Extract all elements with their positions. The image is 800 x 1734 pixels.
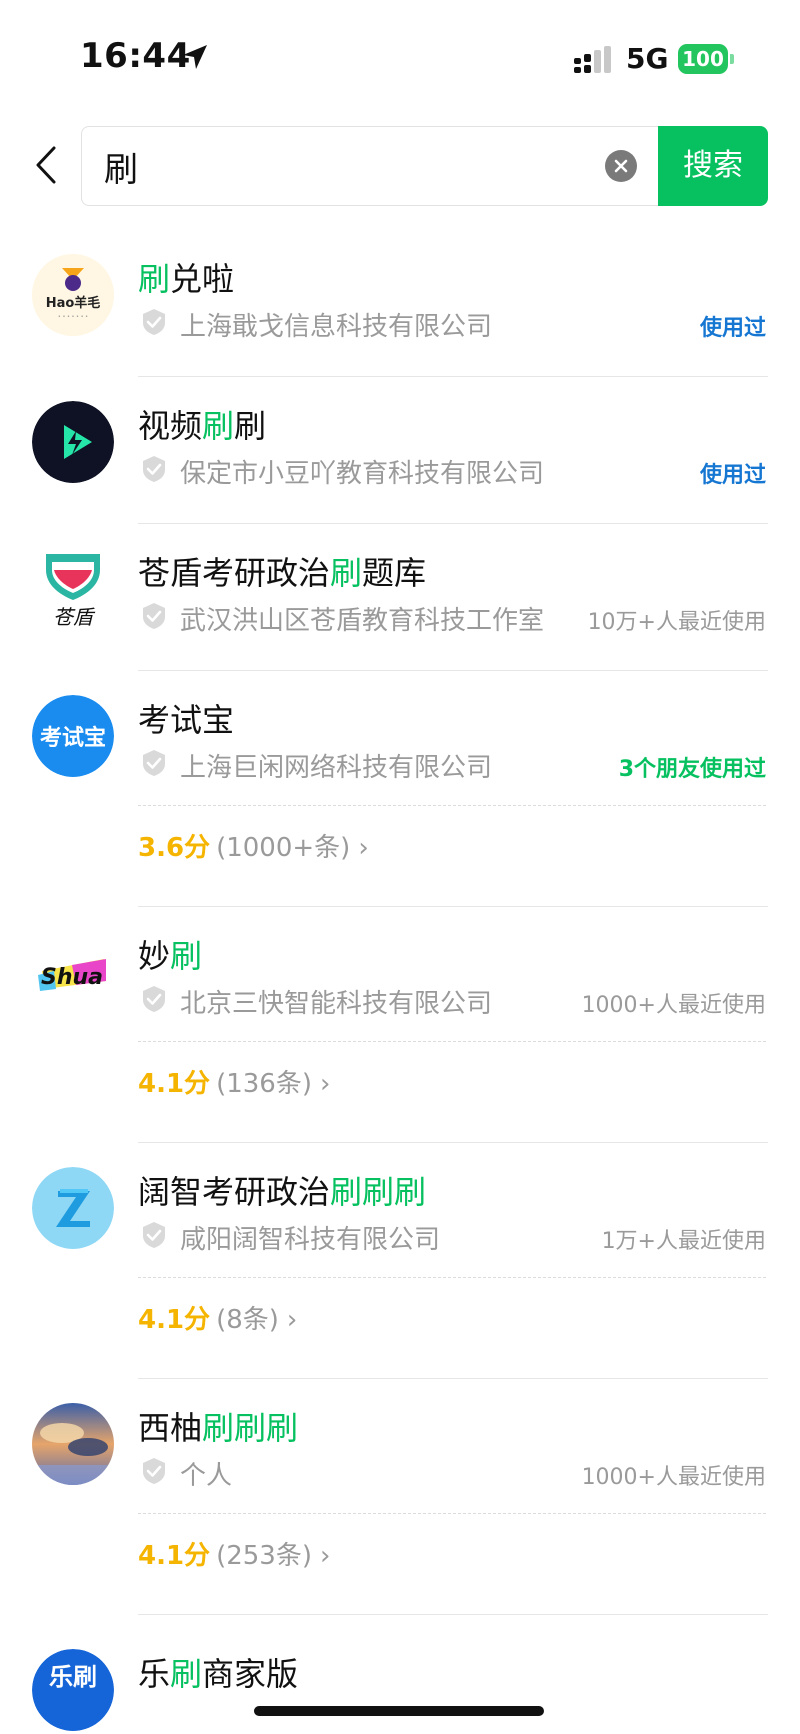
company-name: 咸阳阔智科技有限公司	[180, 1225, 441, 1255]
rating-row[interactable]: 3.6分 (1000+条) ›	[138, 827, 369, 864]
friends-used-tag: 3个朋友使用过	[618, 757, 766, 782]
recent-users-tag: 1万+人最近使用	[601, 1229, 766, 1254]
company-name: 武汉洪山区苍盾教育科技工作室	[180, 606, 545, 636]
result-item[interactable]: 西柚刷刷刷 个人 1000+人最近使用 4.1分 (253条) ›	[0, 1379, 800, 1615]
verified-badge-icon	[143, 603, 165, 629]
sky-painting-avatar	[32, 1403, 114, 1485]
result-item[interactable]: 视频刷刷 保定市小豆吖教育科技有限公司 使用过	[0, 377, 800, 524]
dashed-divider	[138, 805, 766, 806]
rating-count: (1000+条)	[216, 833, 351, 863]
company-name: 保定市小豆吖教育科技有限公司	[180, 459, 545, 489]
verified-badge-icon	[143, 456, 165, 482]
clear-search-icon[interactable]	[605, 150, 637, 182]
status-bar: 16:44 5G 100	[0, 0, 800, 110]
recent-users-tag: 1000+人最近使用	[581, 993, 766, 1018]
rating-count: (8条)	[216, 1305, 279, 1335]
recent-users-tag: 10万+人最近使用	[587, 610, 766, 635]
verified-badge-icon	[143, 1458, 165, 1484]
recent-users-tag: 1000+人最近使用	[581, 1465, 766, 1490]
verified-badge-icon	[143, 750, 165, 776]
verified-badge-icon	[143, 1222, 165, 1248]
verified-badge-icon	[143, 309, 165, 335]
used-before-tag: 使用过	[699, 463, 766, 488]
rating-score: 3.6分	[138, 833, 211, 863]
verified-badge-icon	[143, 986, 165, 1012]
z-logo	[32, 1167, 114, 1249]
result-item[interactable]: Shua 妙刷 北京三快智能科技有限公司 1000+人最近使用 4.1分 (136…	[0, 907, 800, 1143]
kaoshibao-logo: 考试宝	[32, 695, 114, 777]
rating-score: 4.1分	[138, 1541, 211, 1571]
company-name: 上海戢戈信息科技有限公司	[180, 312, 493, 342]
rating-count: (253条)	[216, 1541, 312, 1571]
logo-text: Hao羊毛	[46, 295, 101, 311]
chevron-right-icon: ›	[358, 833, 369, 863]
back-chevron-icon[interactable]	[26, 140, 66, 190]
logo-text: 苍盾	[53, 605, 96, 629]
rating-score: 4.1分	[138, 1305, 211, 1335]
logo-text: 乐刷	[49, 1663, 97, 1691]
mini-program-name: 刷兑啦	[138, 260, 235, 298]
signal-icon	[574, 46, 611, 73]
battery-level: 100	[682, 47, 724, 71]
shua-logo: Shua	[32, 931, 114, 1013]
result-item[interactable]: Hao羊毛 • • • • • • • 刷兑啦 上海戢戈信息科技有限公司 使用过	[0, 230, 800, 377]
search-bar: 搜索	[0, 126, 800, 208]
mini-program-name: 西柚刷刷刷	[138, 1409, 299, 1447]
mini-program-name: 视频刷刷	[138, 407, 267, 445]
result-item[interactable]: 苍盾 苍盾考研政治刷题库 武汉洪山区苍盾教育科技工作室 10万+人最近使用	[0, 524, 800, 671]
home-indicator[interactable]	[254, 1706, 544, 1716]
result-item[interactable]: 阔智考研政治刷刷刷 咸阳阔智科技有限公司 1万+人最近使用 4.1分 (8条) ›	[0, 1143, 800, 1379]
search-button[interactable]: 搜索	[658, 126, 768, 206]
company-name: 个人	[180, 1461, 233, 1491]
status-time: 16:44	[80, 36, 191, 76]
company-name: 上海巨闲网络科技有限公司	[180, 753, 493, 783]
logo-text: 考试宝	[40, 725, 106, 751]
chevron-right-icon: ›	[319, 1541, 331, 1571]
mini-program-name: 苍盾考研政治刷题库	[138, 554, 427, 592]
dashed-divider	[138, 1277, 766, 1278]
mini-program-name: 乐刷商家版	[138, 1655, 299, 1693]
rating-score: 4.1分	[138, 1069, 211, 1099]
battery-icon: 100	[678, 44, 734, 74]
chevron-right-icon: ›	[286, 1305, 298, 1335]
rating-count: (136条)	[216, 1069, 312, 1099]
cangdun-shield-logo: 苍盾	[32, 548, 114, 630]
rating-row[interactable]: 4.1分 (136条) ›	[138, 1063, 330, 1100]
mini-program-name: 阔智考研政治刷刷刷	[138, 1173, 427, 1211]
leshua-logo: 乐刷	[32, 1649, 114, 1731]
mini-program-name: 考试宝	[138, 701, 235, 739]
result-item[interactable]: 乐刷 乐刷商家版	[0, 1615, 800, 1731]
company-name: 北京三快智能科技有限公司	[180, 989, 493, 1019]
video-play-logo	[32, 401, 114, 483]
dashed-divider	[138, 1041, 766, 1042]
hao-yangmao-logo: Hao羊毛 • • • • • • •	[32, 254, 114, 336]
search-input[interactable]	[104, 142, 584, 190]
mini-program-name: 妙刷	[138, 937, 203, 975]
rating-row[interactable]: 4.1分 (253条) ›	[138, 1535, 330, 1572]
network-type: 5G	[626, 42, 669, 75]
location-arrow-icon	[183, 45, 207, 69]
dashed-divider	[138, 1513, 766, 1514]
svg-text:• • • • • • •: • • • • • • •	[58, 314, 88, 320]
result-item[interactable]: 考试宝 考试宝 上海巨闲网络科技有限公司 3个朋友使用过 3.6分 (1000+条…	[0, 671, 800, 907]
results-list: Hao羊毛 • • • • • • • 刷兑啦 上海戢戈信息科技有限公司 使用过…	[0, 230, 800, 1731]
rating-row[interactable]: 4.1分 (8条) ›	[138, 1299, 297, 1336]
logo-text: Shua	[41, 965, 103, 990]
used-before-tag: 使用过	[699, 316, 766, 341]
chevron-right-icon: ›	[319, 1069, 331, 1099]
